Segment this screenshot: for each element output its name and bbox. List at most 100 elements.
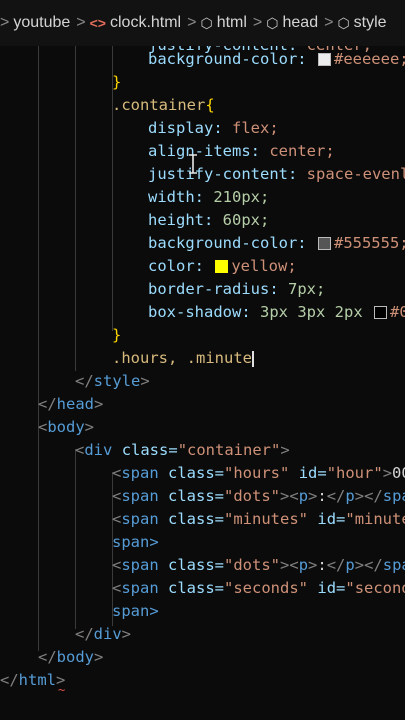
code-line: color: yellow; bbox=[148, 255, 297, 278]
attribute-value: "dots" bbox=[224, 487, 281, 505]
css-property: color: bbox=[148, 257, 204, 275]
breadcrumb-label: head bbox=[282, 14, 319, 31]
code-line: width: 210px; bbox=[148, 186, 269, 209]
css-property: box-shadow: bbox=[148, 303, 251, 321]
indent-guide bbox=[38, 46, 39, 651]
code-line: <span class="dots"><p>:</p></span bbox=[112, 485, 405, 508]
attribute-value: "minute bbox=[345, 510, 405, 528]
css-value: 60px; bbox=[222, 211, 270, 229]
css-property: border-radius: bbox=[148, 280, 279, 298]
html-tag: span bbox=[121, 510, 159, 528]
closing-brace: } bbox=[112, 73, 122, 91]
html-attribute: class= bbox=[168, 464, 225, 482]
chevron-right-icon: > bbox=[0, 14, 10, 31]
code-line: border-radius: 7px; bbox=[148, 278, 325, 301]
html-tag: span bbox=[121, 464, 159, 482]
attribute-value: "second bbox=[345, 579, 405, 597]
html-tag: body bbox=[47, 418, 85, 436]
indent-guide bbox=[75, 46, 76, 371]
cube-icon: ⬡ bbox=[200, 14, 213, 31]
code-line: </div> bbox=[75, 625, 132, 643]
color-swatch[interactable] bbox=[374, 306, 387, 319]
code-line: } bbox=[112, 71, 121, 94]
code-line: <span class="dots"><p>:</p></span bbox=[112, 554, 405, 577]
code-line: .container{ bbox=[112, 94, 215, 117]
html-attribute: class= bbox=[168, 556, 225, 574]
code-line: </head> bbox=[38, 395, 104, 413]
breadcrumb-item-html[interactable]: ⬡ html bbox=[200, 14, 246, 32]
css-property: width: bbox=[148, 188, 204, 206]
opening-brace: { bbox=[205, 96, 215, 114]
code-line: <div class="container"> bbox=[75, 441, 290, 459]
code-line: </body> bbox=[38, 648, 104, 666]
html-tag: span> bbox=[112, 533, 159, 551]
css-value: #000; bbox=[390, 303, 405, 321]
css-property: display: bbox=[148, 119, 223, 137]
html-tag-icon: <> bbox=[89, 15, 106, 31]
html-attribute: class= bbox=[168, 579, 225, 597]
html-tag: body bbox=[56, 648, 94, 666]
code-line: align-items: center; bbox=[148, 140, 335, 163]
html-tag: div bbox=[84, 441, 113, 459]
chevron-right-icon: > bbox=[324, 14, 334, 31]
html-tag: p bbox=[345, 487, 355, 505]
closing-brace: } bbox=[112, 326, 122, 344]
html-attribute: class= bbox=[168, 510, 225, 528]
code-line: background-color: #555555; bbox=[148, 232, 405, 255]
attribute-value: "dots" bbox=[224, 556, 281, 574]
css-selector: .container bbox=[112, 96, 206, 114]
code-line: <span class="seconds" id="second bbox=[112, 577, 405, 600]
code-line: .hours, .minute bbox=[112, 347, 254, 370]
css-value: 7px; bbox=[288, 280, 326, 298]
css-property: justify-content: bbox=[148, 165, 298, 183]
html-tag: div bbox=[93, 625, 122, 643]
code-line: </style> bbox=[75, 372, 150, 390]
color-swatch[interactable] bbox=[317, 53, 331, 66]
code-line: display: flex; bbox=[148, 117, 279, 140]
attribute-value: "minutes" bbox=[224, 510, 309, 528]
cube-icon: ⬡ bbox=[337, 14, 350, 31]
css-value: #555555; bbox=[333, 234, 405, 252]
html-tag: span bbox=[382, 487, 405, 505]
breadcrumb-item-style[interactable]: ⬡ style bbox=[337, 14, 386, 32]
color-swatch[interactable] bbox=[317, 237, 331, 250]
html-tag: span bbox=[121, 487, 159, 505]
css-property: background-color: bbox=[148, 50, 307, 68]
code-editor[interactable]: justify-content: center; background-colo… bbox=[0, 46, 405, 720]
css-value: flex; bbox=[232, 119, 279, 137]
breadcrumb-label: youtube bbox=[13, 14, 71, 31]
chevron-right-icon: > bbox=[76, 14, 86, 31]
chevron-right-icon: > bbox=[252, 14, 263, 31]
html-attribute: id= bbox=[317, 579, 346, 597]
html-attribute: class= bbox=[168, 487, 225, 505]
indent-guide bbox=[75, 449, 76, 629]
attribute-value: "hour" bbox=[326, 464, 383, 482]
breadcrumb-label: style bbox=[353, 14, 387, 31]
text-content: : bbox=[317, 556, 327, 574]
html-attribute: class= bbox=[121, 441, 178, 459]
css-property: height: bbox=[148, 211, 214, 229]
breadcrumb-label: clock.html bbox=[109, 14, 182, 31]
text-content: 00 bbox=[392, 464, 405, 482]
css-value: space-evenly; bbox=[306, 165, 405, 183]
breadcrumb-item-head[interactable]: ⬡ head bbox=[266, 14, 318, 32]
color-swatch[interactable] bbox=[215, 260, 229, 273]
code-line: background-color: #eeeeee; bbox=[148, 48, 405, 71]
code-line: span> bbox=[112, 531, 159, 554]
breadcrumb-label: html bbox=[216, 14, 247, 31]
chevron-right-icon: > bbox=[187, 14, 197, 31]
attribute-value: "container" bbox=[177, 441, 281, 459]
code-line: <span class="minutes" id="minute bbox=[112, 508, 405, 531]
text-content: : bbox=[317, 487, 327, 505]
breadcrumb-item-folder[interactable]: > youtube bbox=[0, 14, 70, 32]
code-line: </html> bbox=[0, 671, 66, 689]
html-tag: span bbox=[121, 579, 159, 597]
html-tag: style bbox=[93, 372, 141, 390]
html-tag: p bbox=[298, 487, 309, 505]
squiggle-marker: ~ bbox=[58, 683, 66, 697]
breadcrumb-item-file[interactable]: <> clock.html bbox=[90, 14, 181, 32]
attribute-value: "hours" bbox=[224, 464, 290, 482]
css-selector: .hours, .minute bbox=[112, 349, 252, 367]
html-tag: p bbox=[298, 556, 309, 574]
css-value: #eeeeee; bbox=[333, 50, 405, 68]
